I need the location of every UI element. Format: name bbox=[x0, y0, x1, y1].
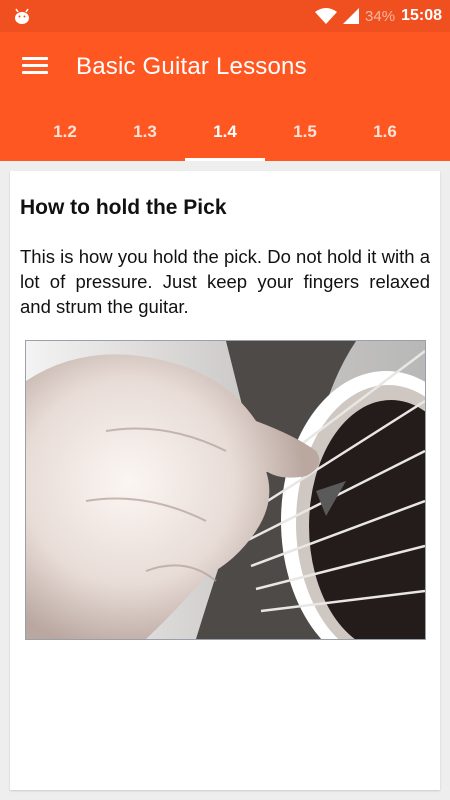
clock: 15:08 bbox=[401, 7, 442, 24]
lesson-card: How to hold the Pick This is how you hol… bbox=[10, 171, 440, 790]
tab-label: 1.4 bbox=[213, 122, 237, 141]
tab-label: 1.3 bbox=[133, 122, 157, 141]
tab-bar: 1.2 1.3 1.4 1.5 1.6 bbox=[25, 112, 425, 161]
hamburger-menu-icon[interactable] bbox=[22, 54, 48, 78]
status-bar: 34% 15:08 bbox=[0, 0, 450, 32]
tab-label: 1.2 bbox=[53, 122, 77, 141]
lesson-heading: How to hold the Pick bbox=[20, 196, 227, 219]
wifi-icon bbox=[315, 8, 338, 24]
app-bar: Basic Guitar Lessons 1.2 1.3 1.4 1.5 1.6 bbox=[0, 32, 450, 161]
tab-1-5[interactable]: 1.5 bbox=[265, 112, 345, 161]
tab-label: 1.5 bbox=[293, 122, 317, 141]
tab-1-6[interactable]: 1.6 bbox=[345, 112, 425, 161]
tab-1-4[interactable]: 1.4 bbox=[185, 112, 265, 161]
hand-holding-pick-photo bbox=[25, 340, 426, 640]
android-icon bbox=[15, 8, 29, 24]
tab-label: 1.6 bbox=[373, 122, 397, 141]
battery-percent: 34% bbox=[365, 7, 396, 25]
tab-1-2[interactable]: 1.2 bbox=[25, 112, 105, 161]
app-title: Basic Guitar Lessons bbox=[76, 53, 307, 80]
tab-1-3[interactable]: 1.3 bbox=[105, 112, 185, 161]
signal-icon bbox=[343, 8, 360, 24]
tab-indicator bbox=[185, 158, 265, 161]
lesson-body: This is how you hold the pick. Do not ho… bbox=[20, 246, 430, 317]
